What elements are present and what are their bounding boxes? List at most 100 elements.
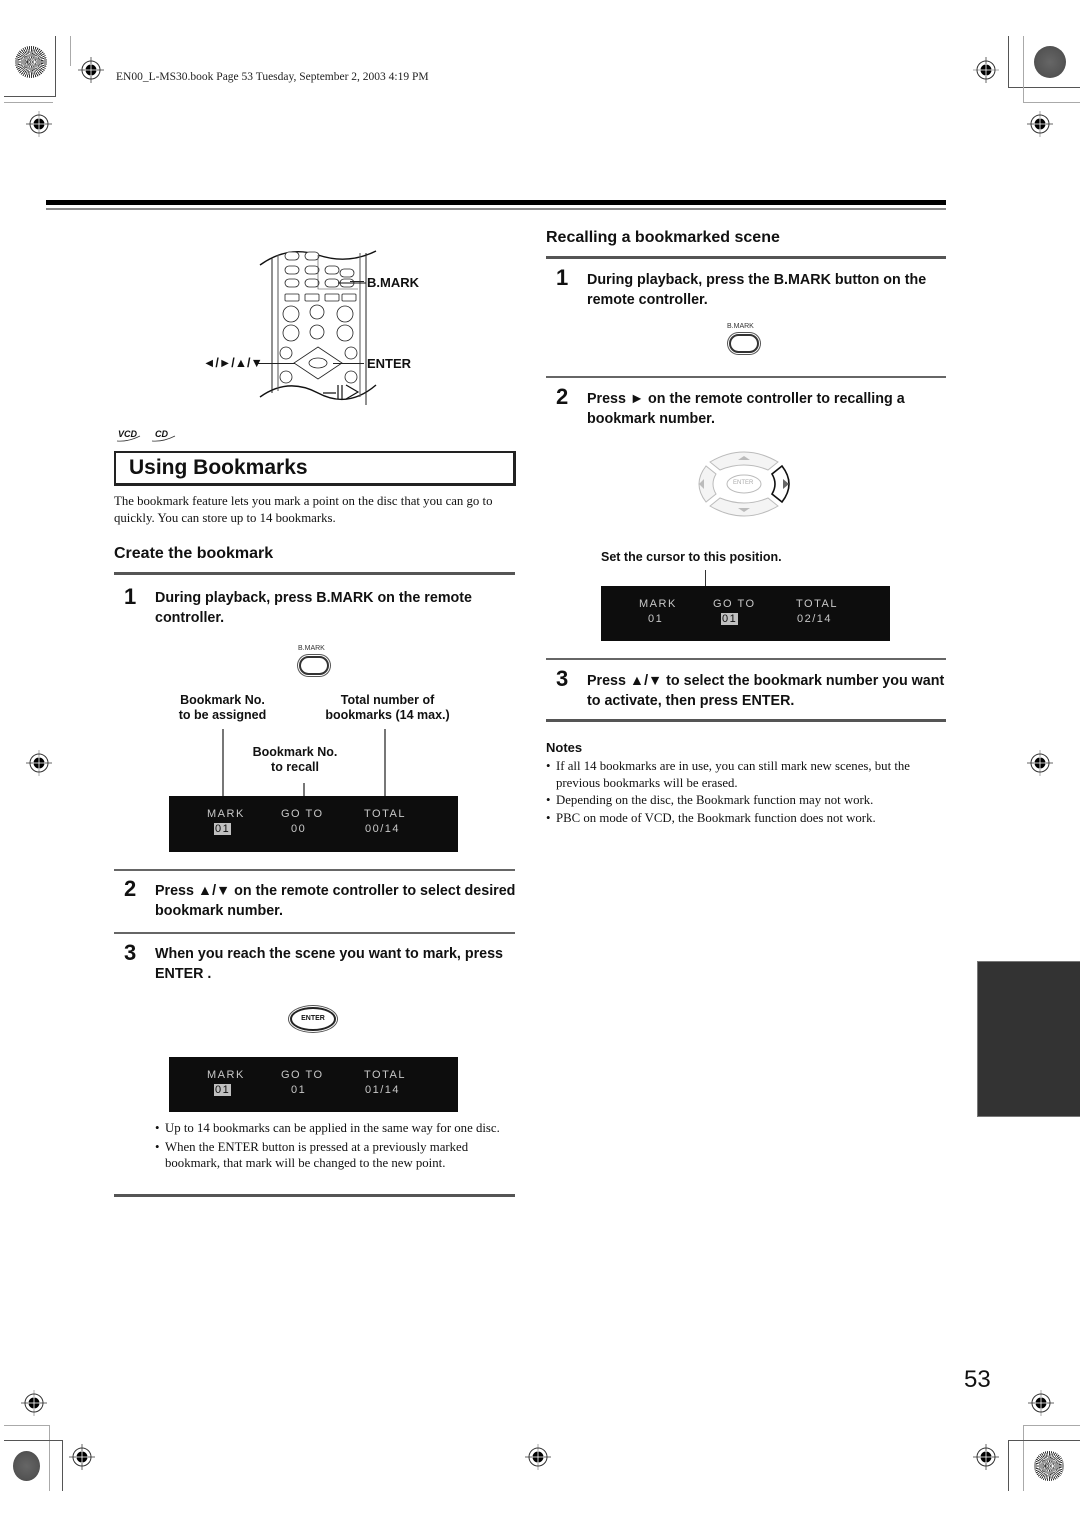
color-registration-target-icon: [13, 1451, 40, 1481]
chapter-side-tab: [977, 961, 1080, 1117]
registration-mark-icon: [973, 1444, 999, 1470]
callout-mark-line2: to be assigned: [178, 708, 267, 722]
osd-mark-value: 01: [214, 1084, 232, 1096]
note-item: When the ENTER button is pressed at a pr…: [155, 1139, 517, 1172]
create-bookmark-heading: Create the bookmark: [114, 545, 274, 562]
registration-mark-icon: [525, 1444, 551, 1470]
recall-step-3-text: Press ▲/▼ to select the bookmark number …: [587, 673, 945, 709]
registration-mark-icon: [1027, 750, 1053, 776]
osd-total-label: TOTAL: [364, 1069, 406, 1081]
crop-mark: [1008, 1440, 1009, 1491]
section-divider: [546, 719, 946, 722]
section-divider: [546, 376, 946, 378]
disc-swoosh-icon: [151, 435, 176, 442]
osd-goto-value: 00: [291, 823, 307, 835]
step-number: 2: [556, 384, 569, 409]
note-item: If all 14 bookmarks are in use, you can …: [546, 758, 946, 791]
section-divider: [114, 1194, 515, 1197]
remote-control-illustration: [259, 250, 377, 405]
crop-mark: [1008, 87, 1080, 88]
callout-total: Total number of bookmarks (14 max.): [310, 693, 465, 723]
page-number: 53: [964, 1366, 991, 1393]
recall-heading: Recalling a bookmarked scene: [546, 229, 780, 246]
section-divider: [546, 256, 946, 259]
osd-mark-value: 01: [648, 613, 664, 625]
osd-total-label: TOTAL: [796, 598, 838, 610]
crop-mark: [1008, 36, 1009, 87]
note-item: PBC on mode of VCD, the Bookmark functio…: [546, 810, 946, 827]
osd-mark-label: MARK: [207, 1069, 245, 1081]
dpad-enter-label: ENTER: [733, 480, 754, 486]
osd-goto-value: 01: [721, 613, 739, 625]
color-registration-target-icon: [15, 46, 47, 78]
crop-mark: [1023, 102, 1080, 103]
registration-mark-icon: [26, 111, 52, 137]
registration-mark-icon: [973, 57, 999, 83]
section-divider: [114, 869, 515, 871]
callout-total-line1: Total number of: [340, 693, 435, 707]
create-step-3-text: When you reach the scene you want to mar…: [155, 946, 503, 982]
color-registration-target-icon: [1034, 1451, 1064, 1481]
disc-swoosh-icon: [116, 435, 141, 442]
step-number: 1: [556, 265, 569, 290]
create-step-1-text: During playback, press B.MARK on the rem…: [155, 590, 472, 626]
bmark-button-icon: [729, 334, 759, 353]
callout-total-line2: bookmarks (14 max.): [325, 708, 450, 722]
registration-mark-icon: [26, 750, 52, 776]
osd-display-recall: MARK GO TO TOTAL 01 01 02/14: [601, 586, 890, 641]
header-rule: [46, 200, 946, 205]
callout-goto-line2: to recall: [271, 760, 319, 774]
section-title-box: Using Bookmarks: [114, 451, 516, 486]
callout-mark-line1: Bookmark No.: [180, 693, 265, 707]
bmark-callout-label: B.MARK: [367, 275, 419, 290]
registration-mark-icon: [21, 1390, 47, 1416]
osd-goto-label: GO TO: [281, 808, 324, 820]
create-notes-list: Up to 14 bookmarks can be applied in the…: [155, 1120, 517, 1172]
cursor-caption: Set the cursor to this position.: [601, 550, 782, 564]
step-number: 1: [124, 584, 137, 609]
section-divider: [114, 932, 515, 934]
step-number: 3: [556, 666, 569, 691]
crop-mark: [1023, 36, 1024, 102]
osd-mark-value: 01: [214, 823, 232, 835]
crop-mark: [49, 1425, 50, 1491]
registration-mark-icon: [1027, 111, 1053, 137]
notes-list: If all 14 bookmarks are in use, you can …: [546, 758, 946, 826]
osd-total-value: 02/14: [797, 613, 833, 625]
callout-mark: Bookmark No. to be assigned: [165, 693, 280, 723]
recall-step-2-text: Press ► on the remote controller to reca…: [587, 391, 905, 427]
osd-goto-label: GO TO: [281, 1069, 324, 1081]
step-number: 2: [124, 876, 137, 901]
crop-mark: [4, 1425, 49, 1426]
notes-heading: Notes: [546, 740, 583, 755]
callout-goto: Bookmark No. to recall: [240, 745, 350, 775]
dpad-illustration: ENTER: [690, 448, 798, 520]
crop-mark: [1008, 1440, 1080, 1441]
section-divider: [546, 658, 946, 660]
osd-display-after-enter: MARK GO TO TOTAL 01 01 01/14: [169, 1057, 458, 1112]
crop-mark: [55, 36, 56, 97]
recall-step-1-text: During playback, press the B.MARK button…: [587, 272, 927, 308]
callout-goto-line1: Bookmark No.: [252, 745, 338, 759]
callout-line: [350, 281, 364, 282]
header-rule-secondary: [46, 208, 946, 210]
registration-mark-icon: [1028, 1390, 1054, 1416]
crop-mark: [1023, 1425, 1080, 1426]
bmark-button-label: B.MARK: [298, 645, 325, 652]
osd-display-initial: MARK GO TO TOTAL 01 00 00/14: [169, 796, 458, 852]
page-title: Using Bookmarks: [129, 456, 308, 479]
registration-mark-icon: [69, 1444, 95, 1470]
step-number: 3: [124, 940, 137, 965]
enter-callout-label: ENTER: [367, 356, 412, 371]
intro-paragraph: The bookmark feature lets you mark a poi…: [114, 494, 493, 525]
osd-mark-label: MARK: [207, 808, 245, 820]
create-step-2-text: Press ▲/▼ on the remote controller to se…: [155, 883, 516, 919]
crop-mark: [62, 1440, 63, 1491]
crop-mark: [1023, 1425, 1024, 1491]
crop-mark: [4, 102, 53, 103]
enter-button-icon: ENTER: [290, 1007, 336, 1031]
osd-mark-label: MARK: [639, 598, 677, 610]
section-divider: [114, 572, 515, 575]
note-item: Up to 14 bookmarks can be applied in the…: [155, 1120, 517, 1137]
book-info-header: EN00_L-MS30.book Page 53 Tuesday, Septem…: [116, 71, 429, 83]
